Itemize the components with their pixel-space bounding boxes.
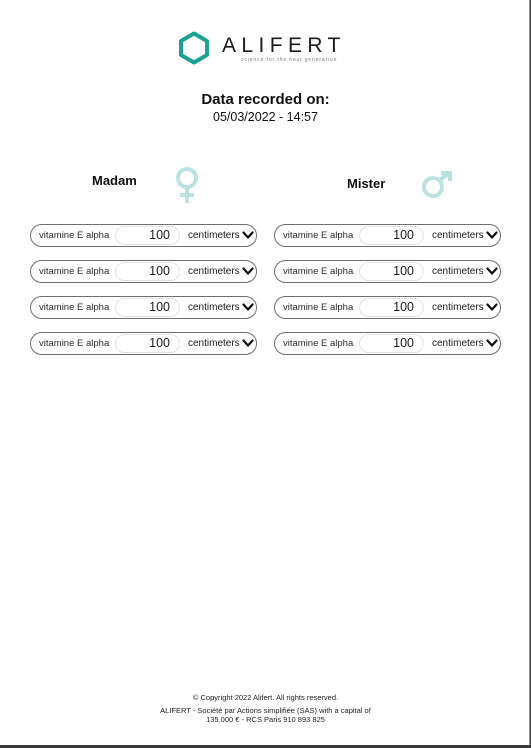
measure-label: vitamine E alpha [39,302,110,313]
hexagon-logo-icon [179,31,209,65]
measure-label: vitamine E alpha [283,302,354,313]
brand-tagline: science for the next generation [241,57,338,63]
unit-select[interactable]: centimeters [188,302,240,313]
measure-row: vitamine E alpha 100 centimeters [30,260,257,283]
chevron-down-icon[interactable] [486,266,498,276]
measure-row: vitamine E alpha 100 centimeters [30,332,257,355]
measure-value-input[interactable]: 100 [359,226,424,245]
measure-label: vitamine E alpha [283,266,354,277]
measure-row: vitamine E alpha 100 centimeters [274,332,501,355]
unit-select[interactable]: centimeters [432,338,484,349]
unit-select[interactable]: centimeters [432,230,484,241]
unit-select[interactable]: centimeters [188,338,240,349]
measure-label: vitamine E alpha [39,230,110,241]
chevron-down-icon[interactable] [242,338,254,348]
document-page: ALIFERT science for the next generation … [0,0,530,745]
madam-title: Madam [92,173,137,188]
measure-label: vitamine E alpha [283,338,354,349]
measure-value-input[interactable]: 100 [359,334,424,353]
chevron-down-icon[interactable] [486,230,498,240]
male-symbol-icon [422,171,452,198]
chevron-down-icon[interactable] [242,302,254,312]
unit-select[interactable]: centimeters [188,266,240,277]
footer-copyright: © Copyright 2022 Alifert. All rights res… [192,693,339,702]
mister-title: Mister [347,176,386,191]
measure-row: vitamine E alpha 100 centimeters [274,260,501,283]
chevron-down-icon[interactable] [486,338,498,348]
recorded-date: 05/03/2022 - 14:57 [213,110,318,124]
footer-company-line-1: ALIFERT - Société par Actions simplifiée… [160,706,371,715]
measure-row: vitamine E alpha 100 centimeters [30,296,257,319]
measure-label: vitamine E alpha [39,338,110,349]
measure-value-input[interactable]: 100 [115,262,180,281]
measure-value-input[interactable]: 100 [359,298,424,317]
measure-label: vitamine E alpha [283,230,354,241]
measure-value-input[interactable]: 100 [115,226,180,245]
footer-company-line-2: 135.000 € - RCS Paris 910 893 825 [206,715,325,724]
brand-name: ALIFERT [222,34,346,57]
chevron-down-icon[interactable] [242,266,254,276]
unit-select[interactable]: centimeters [188,230,240,241]
measure-label: vitamine E alpha [39,266,110,277]
measure-row: vitamine E alpha 100 centimeters [274,296,501,319]
measure-row: vitamine E alpha 100 centimeters [30,224,257,247]
chevron-down-icon[interactable] [242,230,254,240]
unit-select[interactable]: centimeters [432,302,484,313]
female-symbol-icon [176,167,198,203]
alifert-logo: ALIFERT science for the next generation [178,31,358,67]
measure-value-input[interactable]: 100 [115,334,180,353]
measure-row: vitamine E alpha 100 centimeters [274,224,501,247]
measure-value-input[interactable]: 100 [115,298,180,317]
recorded-title: Data recorded on: [201,91,330,108]
unit-select[interactable]: centimeters [432,266,484,277]
chevron-down-icon[interactable] [486,302,498,312]
measure-value-input[interactable]: 100 [359,262,424,281]
